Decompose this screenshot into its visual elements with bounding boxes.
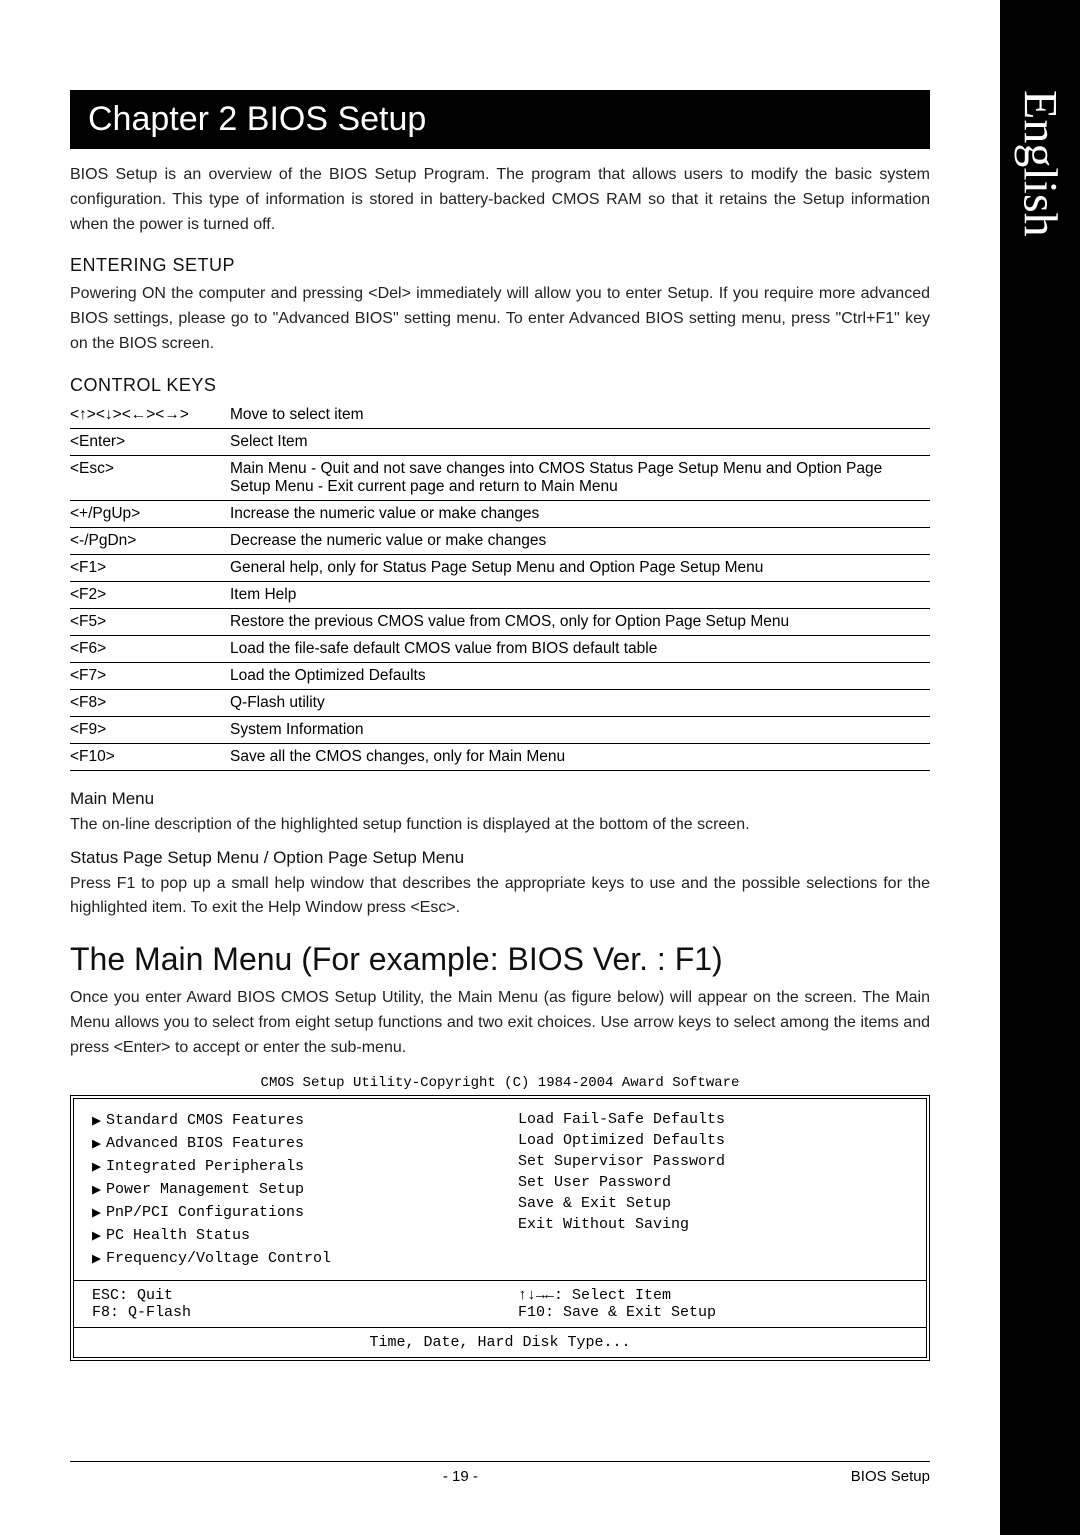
bios-menu-label: Set Supervisor Password	[518, 1153, 725, 1170]
bios-menu-label: PnP/PCI Configurations	[106, 1204, 304, 1221]
bios-menu-label: Set User Password	[518, 1174, 671, 1191]
bios-menu-item[interactable]: Exit Without Saving	[518, 1214, 908, 1235]
main-menu-example-body: Once you enter Award BIOS CMOS Setup Uti…	[70, 986, 930, 1060]
bios-menu-label: Integrated Peripherals	[106, 1158, 304, 1175]
control-key-desc: Main Menu - Quit and not save changes in…	[230, 455, 930, 500]
page-footer: - 19 - BIOS Setup	[70, 1461, 930, 1485]
triangle-icon: ▶	[92, 1203, 106, 1222]
control-key-name: <Enter>	[70, 428, 230, 455]
triangle-icon: ▶	[92, 1226, 106, 1245]
bios-menu-item[interactable]: Load Optimized Defaults	[518, 1130, 908, 1151]
control-key-row: <F1>General help, only for Status Page S…	[70, 554, 930, 581]
language-tab: English	[1000, 0, 1080, 1535]
control-key-desc: Select Item	[230, 428, 930, 455]
control-key-row: <F5>Restore the previous CMOS value from…	[70, 608, 930, 635]
control-key-row: <Esc>Main Menu - Quit and not save chang…	[70, 455, 930, 500]
main-menu-heading: Main Menu	[70, 789, 930, 809]
control-key-name: <-/PgDn>	[70, 527, 230, 554]
bios-menu-label: Save & Exit Setup	[518, 1195, 671, 1212]
bios-menu-item[interactable]: ▶ PnP/PCI Configurations	[92, 1201, 482, 1224]
control-key-desc: General help, only for Status Page Setup…	[230, 554, 930, 581]
control-key-desc: Load the Optimized Defaults	[230, 662, 930, 689]
bios-menu-label: PC Health Status	[106, 1227, 250, 1244]
control-key-name: <F2>	[70, 581, 230, 608]
bios-menu-label: Load Fail-Safe Defaults	[518, 1111, 725, 1128]
bios-left-column: ▶ Standard CMOS Features▶ Advanced BIOS …	[74, 1099, 500, 1280]
footer-section: BIOS Setup	[851, 1468, 930, 1485]
control-key-desc: Restore the previous CMOS value from CMO…	[230, 608, 930, 635]
control-key-desc: Q-Flash utility	[230, 689, 930, 716]
entering-setup-heading: ENTERING SETUP	[70, 255, 930, 276]
bios-f10-hint: F10: Save & Exit Setup	[518, 1304, 908, 1321]
bios-menu-item[interactable]: Load Fail-Safe Defaults	[518, 1109, 908, 1130]
control-key-name: <F8>	[70, 689, 230, 716]
control-keys-heading: CONTROL KEYS	[70, 375, 930, 396]
main-menu-example-heading: The Main Menu (For example: BIOS Ver. : …	[70, 941, 930, 978]
control-key-row: <F10>Save all the CMOS changes, only for…	[70, 743, 930, 770]
bios-menu-label: Advanced BIOS Features	[106, 1135, 304, 1152]
bios-menu-item[interactable]: ▶ Power Management Setup	[92, 1178, 482, 1201]
control-key-desc: Increase the numeric value or make chang…	[230, 500, 930, 527]
control-key-name: <F1>	[70, 554, 230, 581]
control-key-row: <↑><↓><←><→>Move to select item	[70, 402, 930, 429]
bios-f8-hint: F8: Q-Flash	[92, 1304, 482, 1321]
control-key-name: <F10>	[70, 743, 230, 770]
bios-menu-item[interactable]: Set Supervisor Password	[518, 1151, 908, 1172]
entering-setup-body: Powering ON the computer and pressing <D…	[70, 282, 930, 356]
page-number: - 19 -	[443, 1468, 478, 1485]
control-key-desc: Item Help	[230, 581, 930, 608]
triangle-icon: ▶	[92, 1111, 106, 1130]
bios-arrows-hint: ↑↓→←: Select Item	[518, 1287, 908, 1304]
control-key-row: <F7>Load the Optimized Defaults	[70, 662, 930, 689]
control-key-name: <F9>	[70, 716, 230, 743]
bios-menu-label: Power Management Setup	[106, 1181, 304, 1198]
triangle-icon: ▶	[92, 1134, 106, 1153]
control-key-row: <F6>Load the file-safe default CMOS valu…	[70, 635, 930, 662]
bios-menu-item[interactable]: ▶ Frequency/Voltage Control	[92, 1247, 482, 1270]
control-key-name: <+/PgUp>	[70, 500, 230, 527]
bios-menu-label: Load Optimized Defaults	[518, 1132, 725, 1149]
triangle-icon: ▶	[92, 1180, 106, 1199]
bios-help-line: Time, Date, Hard Disk Type...	[74, 1327, 926, 1357]
main-menu-body: The on-line description of the highlight…	[70, 813, 930, 838]
bios-menu-item[interactable]: ▶ Integrated Peripherals	[92, 1155, 482, 1178]
control-key-row: <F2>Item Help	[70, 581, 930, 608]
control-key-name: <F7>	[70, 662, 230, 689]
bios-right-column: Load Fail-Safe Defaults Load Optimized De…	[500, 1099, 926, 1280]
control-key-desc: Save all the CMOS changes, only for Main…	[230, 743, 930, 770]
bios-menu-item[interactable]: Save & Exit Setup	[518, 1193, 908, 1214]
control-key-desc: Load the file-safe default CMOS value fr…	[230, 635, 930, 662]
bios-menu-label: Standard CMOS Features	[106, 1112, 304, 1129]
control-key-desc: System Information	[230, 716, 930, 743]
bios-hint-left: ESC: Quit F8: Q-Flash	[74, 1281, 500, 1327]
bios-menu-item[interactable]: ▶ PC Health Status	[92, 1224, 482, 1247]
status-page-heading: Status Page Setup Menu / Option Page Set…	[70, 848, 930, 868]
control-keys-table: <↑><↓><←><→>Move to select item<Enter>Se…	[70, 402, 930, 771]
bios-caption: CMOS Setup Utility-Copyright (C) 1984-20…	[70, 1075, 930, 1091]
control-key-name: <Esc>	[70, 455, 230, 500]
control-key-row: <-/PgDn>Decrease the numeric value or ma…	[70, 527, 930, 554]
control-key-row: <F8>Q-Flash utility	[70, 689, 930, 716]
control-key-desc: Decrease the numeric value or make chang…	[230, 527, 930, 554]
bios-main-menu-box: ▶ Standard CMOS Features▶ Advanced BIOS …	[70, 1095, 930, 1361]
status-page-body: Press F1 to pop up a small help window t…	[70, 872, 930, 922]
control-key-name: <F5>	[70, 608, 230, 635]
control-key-row: <+/PgUp>Increase the numeric value or ma…	[70, 500, 930, 527]
bios-menu-item[interactable]: Set User Password	[518, 1172, 908, 1193]
bios-hint-right: ↑↓→←: Select Item F10: Save & Exit Setup	[500, 1281, 926, 1327]
bios-menu-label: Frequency/Voltage Control	[106, 1250, 331, 1267]
control-key-row: <Enter>Select Item	[70, 428, 930, 455]
control-key-name: <F6>	[70, 635, 230, 662]
control-key-row: <F9>System Information	[70, 716, 930, 743]
control-key-name: <↑><↓><←><→>	[70, 402, 230, 429]
intro-paragraph: BIOS Setup is an overview of the BIOS Se…	[70, 163, 930, 237]
triangle-icon: ▶	[92, 1157, 106, 1176]
control-key-desc: Move to select item	[230, 402, 930, 429]
bios-menu-item[interactable]: ▶ Standard CMOS Features	[92, 1109, 482, 1132]
bios-esc-hint: ESC: Quit	[92, 1287, 482, 1304]
triangle-icon: ▶	[92, 1249, 106, 1268]
bios-menu-label: Exit Without Saving	[518, 1216, 689, 1233]
bios-menu-item[interactable]: ▶ Advanced BIOS Features	[92, 1132, 482, 1155]
chapter-title: Chapter 2 BIOS Setup	[70, 90, 930, 149]
